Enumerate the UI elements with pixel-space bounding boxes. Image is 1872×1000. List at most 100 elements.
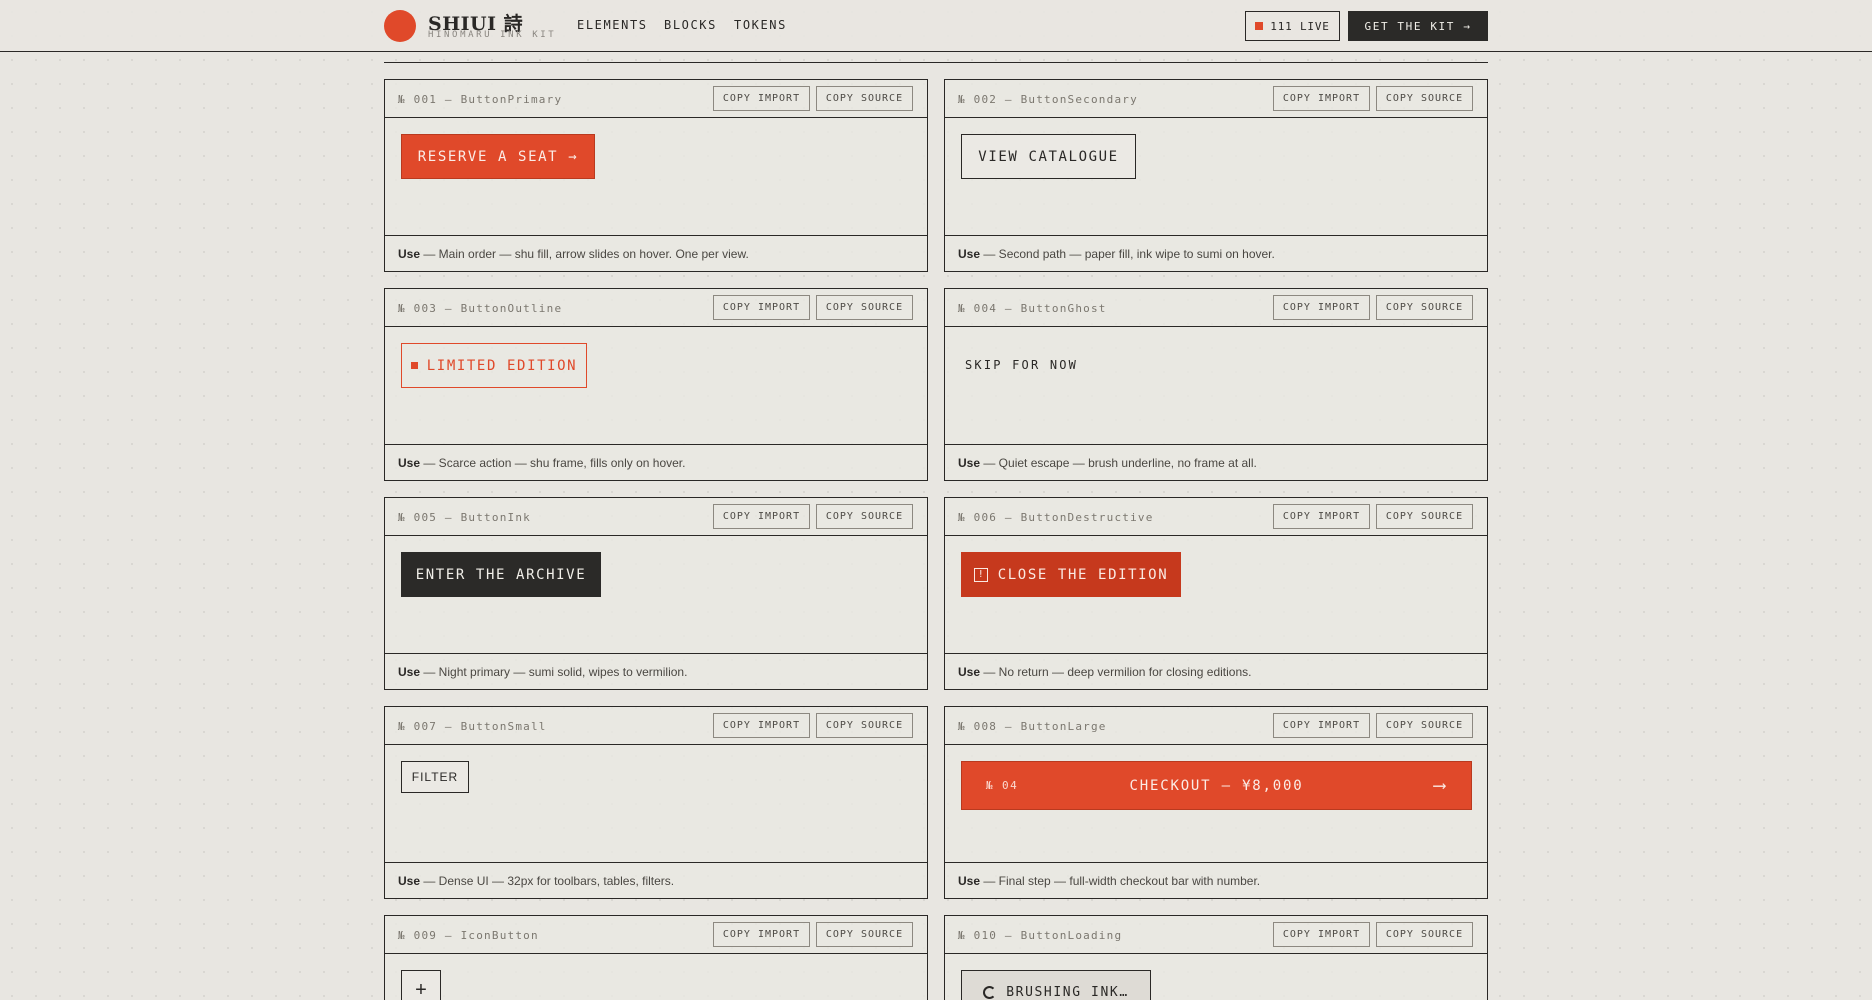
usage-label: Use [398,456,421,470]
card-id: № 001 — ButtonPrimary [398,93,563,106]
component-card-button-primary: № 001 — ButtonPrimary COPY IMPORT COPY S… [384,79,928,272]
component-card-button-large: № 008 — ButtonLarge COPY IMPORT COPY SOU… [944,706,1488,899]
checkout-label: CHECKOUT — ¥8,000 [1129,777,1304,794]
copy-import-button[interactable]: COPY IMPORT [1273,295,1370,320]
copy-source-button[interactable]: COPY SOURCE [1376,713,1473,738]
usage-text: — Second path — paper fill, ink wipe to … [980,247,1275,261]
usage-label: Use [398,247,421,261]
component-card-button-destructive: № 006 — ButtonDestructive COPY IMPORT CO… [944,497,1488,690]
limited-edition-button[interactable]: LIMITED EDITION [401,343,587,388]
warning-icon: ! [973,567,988,582]
card-id: № 002 — ButtonSecondary [958,93,1138,106]
usage-text: — Dense UI — 32px for toolbars, tables, … [420,874,675,888]
card-header: № 006 — ButtonDestructive COPY IMPORT CO… [945,498,1487,536]
copy-import-button[interactable]: COPY IMPORT [713,504,810,529]
copy-source-button[interactable]: COPY SOURCE [816,504,913,529]
card-id: № 009 — IconButton [398,929,539,942]
nav-elements[interactable]: ELEMENTS [577,18,648,32]
checkout-step-number: № 04 [986,779,1019,792]
long-arrow-right-icon: ⟶ [1434,775,1445,796]
hinomaru-logo[interactable] [384,10,416,42]
copy-source-button[interactable]: COPY SOURCE [1376,922,1473,947]
button-label: LIMITED EDITION [426,357,578,374]
usage-text: — Main order — shu fill, arrow slides on… [420,247,749,261]
filter-button[interactable]: FILTER [401,761,469,793]
usage-text: — Night primary — sumi solid, wipes to v… [420,665,688,679]
button-label: BRUSHING INK… [1006,985,1129,1000]
card-usage-note: Use — Scarce action — shu frame, fills o… [385,444,927,480]
top-bar: SHIUI 詩 HINOMARU INK KIT ELEMENTS BLOCKS… [0,0,1872,52]
copy-source-button[interactable]: COPY SOURCE [816,713,913,738]
card-header: № 002 — ButtonSecondary COPY IMPORT COPY… [945,80,1487,118]
copy-import-button[interactable]: COPY IMPORT [1273,86,1370,111]
card-id: № 007 — ButtonSmall [398,720,547,733]
card-usage-note: Use — Quiet escape — brush underline, no… [945,444,1487,480]
usage-text: — Final step — full-width checkout bar w… [980,874,1261,888]
enter-archive-button[interactable]: ENTER THE ARCHIVE [401,552,601,597]
plus-icon-button[interactable]: + [401,970,441,1000]
live-count-badge[interactable]: 111 LIVE [1245,11,1340,41]
copy-import-button[interactable]: COPY IMPORT [713,295,810,320]
card-header: № 001 — ButtonPrimary COPY IMPORT COPY S… [385,80,927,118]
copy-source-button[interactable]: COPY SOURCE [816,922,913,947]
card-usage-note: Use — Night primary — sumi solid, wipes … [385,653,927,689]
usage-text: — Quiet escape — brush underline, no fra… [980,456,1257,470]
component-card-button-outline: № 003 — ButtonOutline COPY IMPORT COPY S… [384,288,928,481]
card-id: № 008 — ButtonLarge [958,720,1107,733]
component-card-button-ink: № 005 — ButtonInk COPY IMPORT COPY SOURC… [384,497,928,690]
live-count-label: 111 LIVE [1270,19,1330,33]
component-card-button-secondary: № 002 — ButtonSecondary COPY IMPORT COPY… [944,79,1488,272]
copy-source-button[interactable]: COPY SOURCE [1376,86,1473,111]
nav-blocks[interactable]: BLOCKS [664,18,717,32]
brand-subtitle: HINOMARU INK KIT [428,30,557,40]
card-header: № 007 — ButtonSmall COPY IMPORT COPY SOU… [385,707,927,745]
copy-source-button[interactable]: COPY SOURCE [816,295,913,320]
usage-text: — Scarce action — shu frame, fills only … [420,456,686,470]
get-the-kit-button[interactable]: GET THE KIT → [1348,11,1488,41]
close-edition-button[interactable]: ! CLOSE THE EDITION [961,552,1181,597]
copy-source-button[interactable]: COPY SOURCE [816,86,913,111]
usage-label: Use [958,665,981,679]
card-usage-note: Use — Second path — paper fill, ink wipe… [945,235,1487,271]
spinner-icon [983,986,997,999]
reserve-seat-button[interactable]: RESERVE A SEAT → [401,134,595,179]
usage-label: Use [398,665,421,679]
component-card-button-small: № 007 — ButtonSmall COPY IMPORT COPY SOU… [384,706,928,899]
copy-import-button[interactable]: COPY IMPORT [1273,713,1370,738]
card-header: № 003 — ButtonOutline COPY IMPORT COPY S… [385,289,927,327]
component-card-button-loading: № 010 — ButtonLoading COPY IMPORT COPY S… [944,915,1488,1000]
copy-import-button[interactable]: COPY IMPORT [1273,504,1370,529]
copy-import-button[interactable]: COPY IMPORT [713,713,810,738]
usage-label: Use [958,874,981,888]
usage-label: Use [958,456,981,470]
view-catalogue-button[interactable]: VIEW CATALOGUE [961,134,1136,179]
skip-for-now-button[interactable]: SKIP FOR NOW [965,353,1078,377]
usage-label: Use [398,874,421,888]
copy-import-button[interactable]: COPY IMPORT [713,86,810,111]
usage-text: — No return — deep vermilion for closing… [980,665,1252,679]
nav-tokens[interactable]: TOKENS [734,18,787,32]
live-indicator-icon [1255,22,1264,30]
card-id: № 004 — ButtonGhost [958,302,1107,315]
card-id: № 006 — ButtonDestructive [958,511,1154,524]
checkout-button[interactable]: № 04 CHECKOUT — ¥8,000 ⟶ [961,761,1472,810]
copy-import-button[interactable]: COPY IMPORT [713,922,810,947]
copy-import-button[interactable]: COPY IMPORT [1273,922,1370,947]
card-header: № 008 — ButtonLarge COPY IMPORT COPY SOU… [945,707,1487,745]
card-id: № 005 — ButtonInk [398,511,531,524]
card-header: № 010 — ButtonLoading COPY IMPORT COPY S… [945,916,1487,954]
copy-source-button[interactable]: COPY SOURCE [1376,504,1473,529]
usage-label: Use [958,247,981,261]
card-id: № 010 — ButtonLoading [958,929,1123,942]
square-bullet-icon [410,362,418,369]
card-header: № 009 — IconButton COPY IMPORT COPY SOUR… [385,916,927,954]
card-usage-note: Use — No return — deep vermilion for clo… [945,653,1487,689]
card-usage-note: Use — Main order — shu fill, arrow slide… [385,235,927,271]
copy-source-button[interactable]: COPY SOURCE [1376,295,1473,320]
card-id: № 003 — ButtonOutline [398,302,563,315]
plus-icon: + [415,978,427,1000]
component-card-icon-button: № 009 — IconButton COPY IMPORT COPY SOUR… [384,915,928,1000]
card-usage-note: Use — Dense UI — 32px for toolbars, tabl… [385,862,927,898]
brushing-ink-loading-button[interactable]: BRUSHING INK… [961,970,1151,1000]
header-divider [384,62,1488,63]
